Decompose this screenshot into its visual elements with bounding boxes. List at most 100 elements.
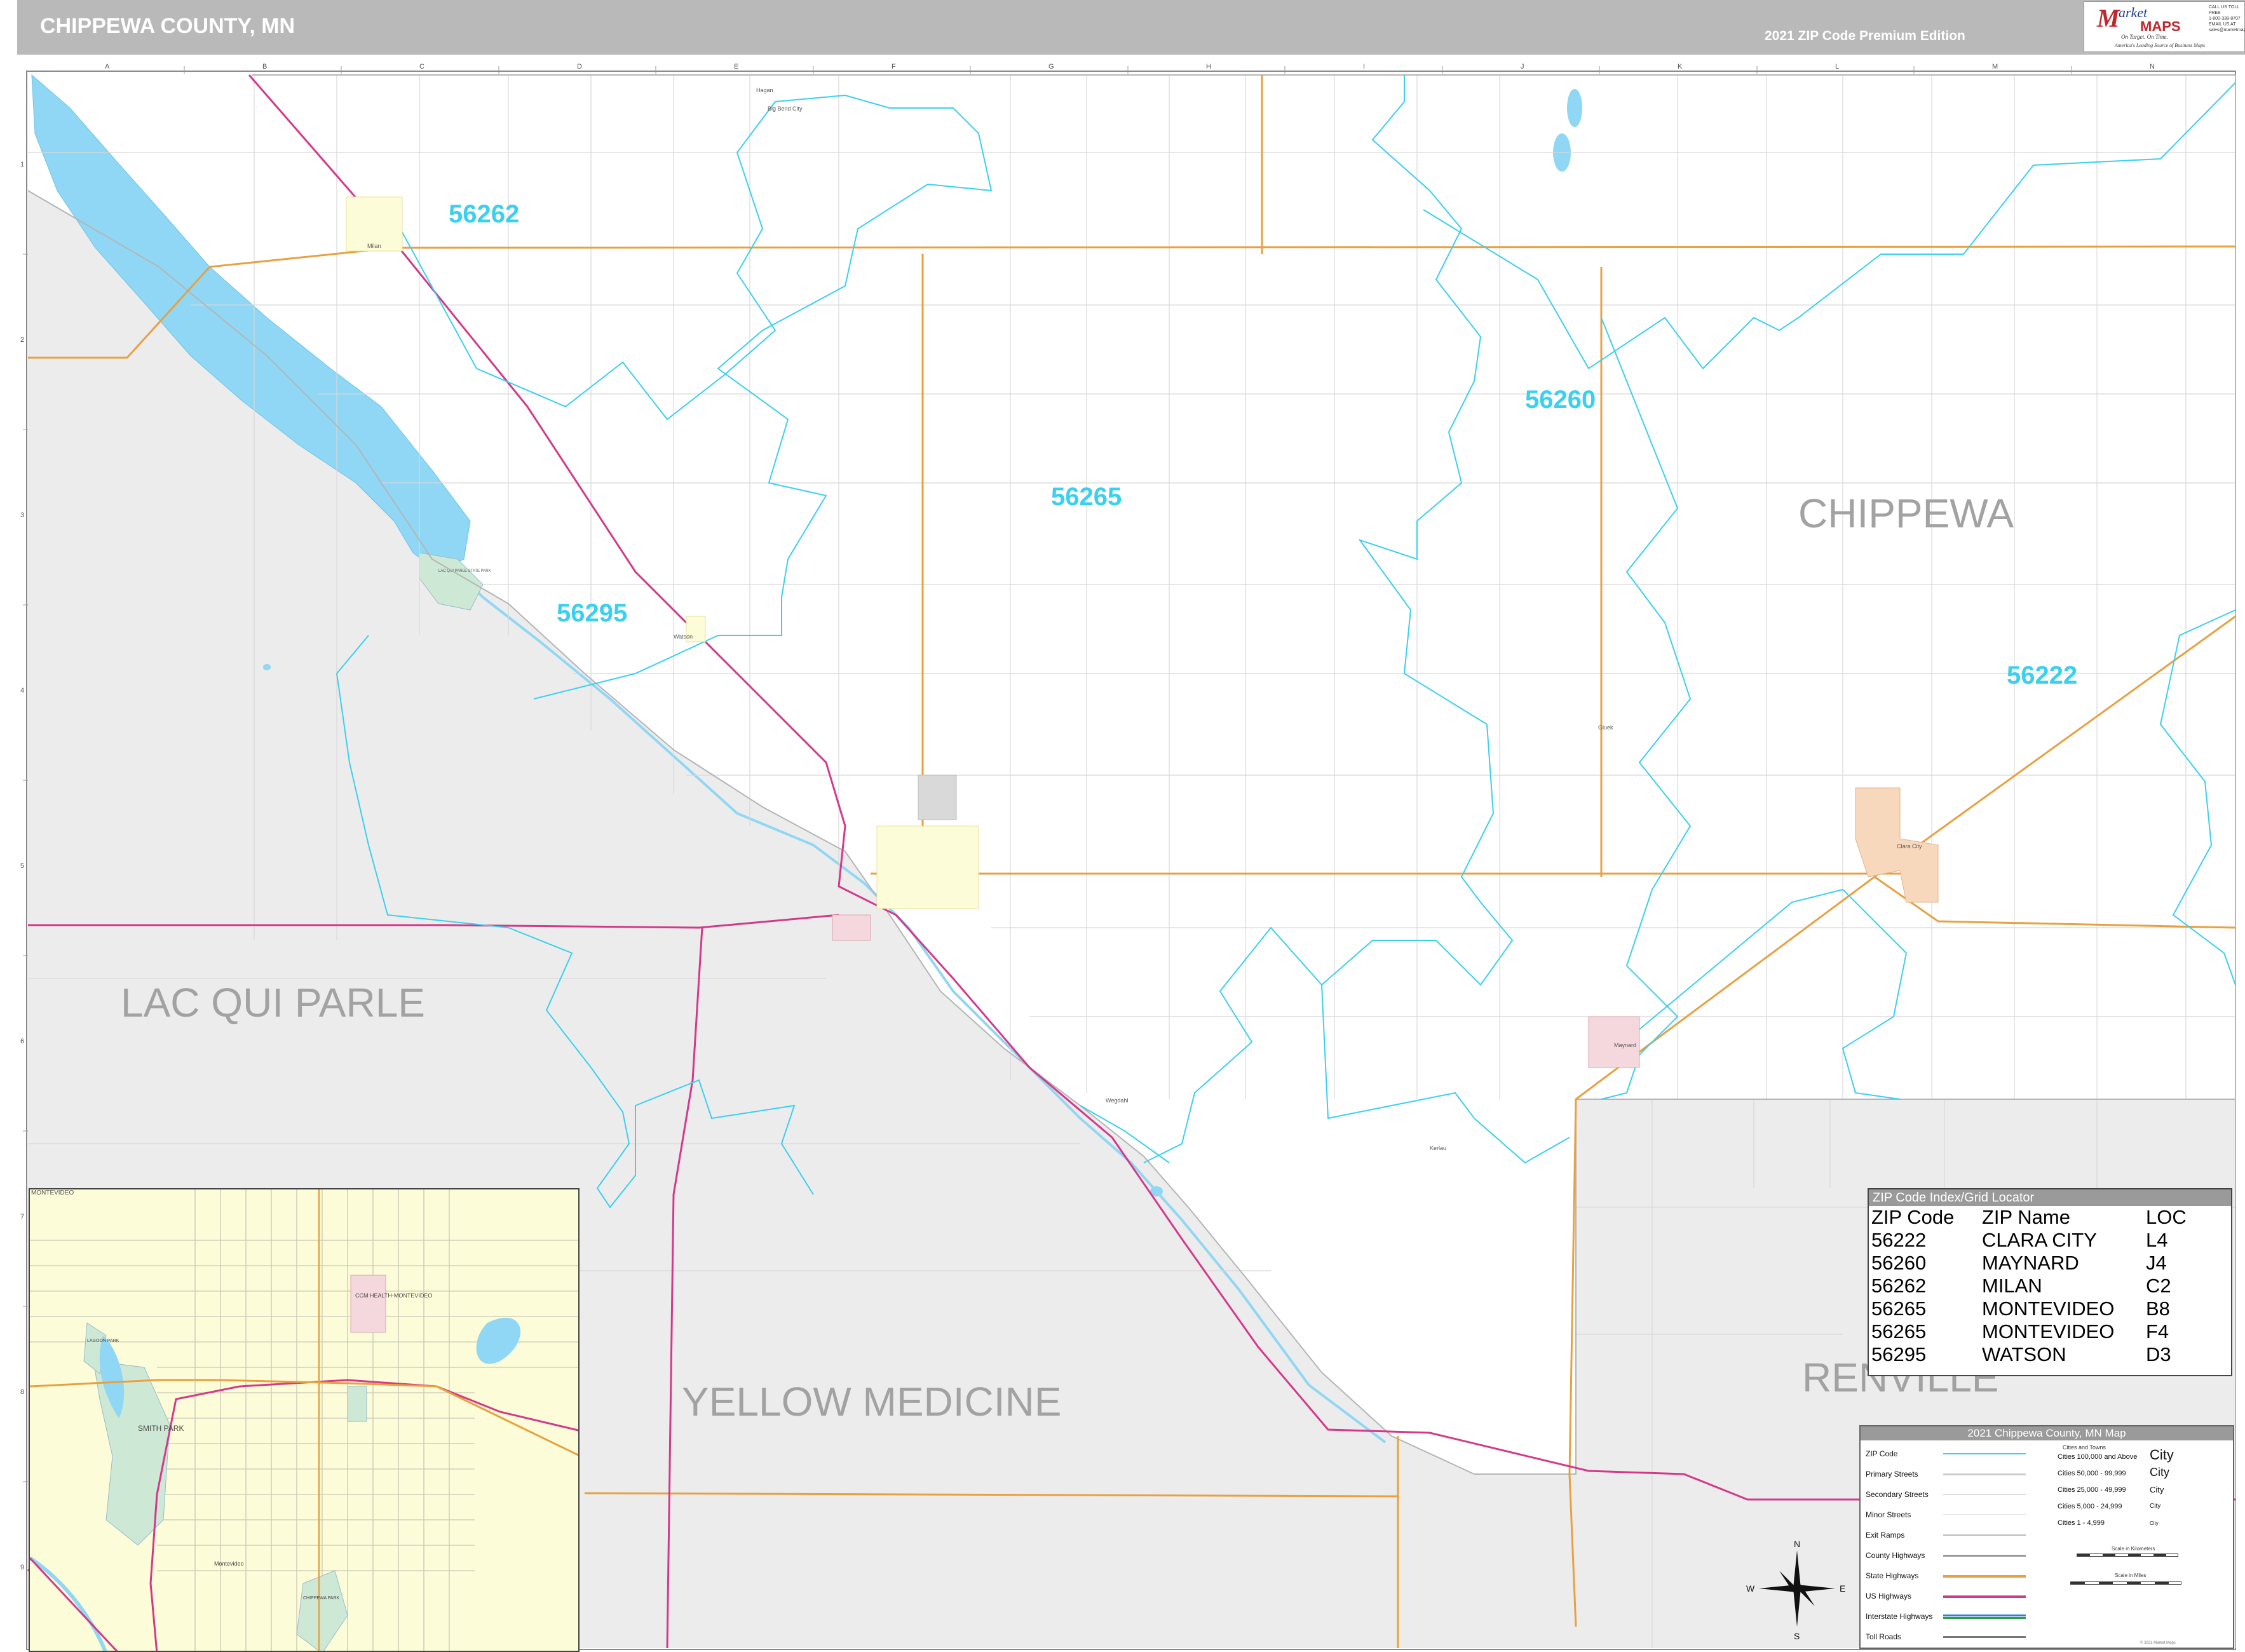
- county-label-chippewa: CHIPPEWA: [1798, 491, 2014, 536]
- inset-smith-park: SMITH PARK: [138, 1424, 184, 1433]
- zip-label-56262: 56262: [449, 200, 519, 228]
- inset-chippewa-park: CHIPPEWA PARK: [303, 1596, 340, 1601]
- zip-index-header-row: ZIP Code ZIP Name LOC: [1871, 1206, 2187, 1229]
- legend-swatch-zip: [1943, 1453, 2026, 1454]
- legend-swatch-county: [1943, 1555, 2026, 1557]
- grid-row-3: 3: [20, 511, 24, 519]
- compass-s: S: [1794, 1631, 1800, 1641]
- zip-index-cell: 56295: [1871, 1343, 1927, 1365]
- grid-col-n: N: [2150, 63, 2155, 71]
- inset-drawing: SMITH PARK CCM HEALTH-MONTEVIDEO Montevi…: [30, 1189, 578, 1651]
- legend-swatch-primary: [1943, 1473, 2026, 1475]
- place-big-bend: Big Bend City: [768, 105, 803, 112]
- zip-index-cell: MONTEVIDEO: [1982, 1297, 2115, 1320]
- grid-row-1: 1: [20, 161, 24, 168]
- map-legend: 2021 Chippewa County, MN Map Cities and …: [1859, 1425, 2234, 1649]
- compass-n: N: [1794, 1539, 1800, 1549]
- grid-row-8: 8: [20, 1388, 24, 1396]
- montevideo-inset-map[interactable]: SMITH PARK CCM HEALTH-MONTEVIDEO Montevi…: [29, 1188, 580, 1652]
- zip-index-row: 56262 MILAN C2: [1871, 1275, 2187, 1297]
- legend-label: Secondary Streets: [1866, 1490, 1929, 1499]
- grid-column-labels: A B C D E F G H I J K L M N: [105, 63, 2155, 71]
- zip-index-cell: 56265: [1871, 1297, 1927, 1320]
- legend-label: ZIP Code: [1866, 1449, 1898, 1458]
- inset-lagoon-park: LAGOON PARK: [87, 1339, 119, 1343]
- legend-city-label: Cities 25,000 - 49,999: [2058, 1486, 2126, 1494]
- legend-title: 2021 Chippewa County, MN Map: [1861, 1426, 2233, 1440]
- zip-index-header: ZIP Code: [1871, 1206, 1955, 1228]
- legend-city-sample: City: [2150, 1503, 2161, 1510]
- place-wegdahl: Wegdahl: [1106, 1097, 1128, 1104]
- compass-w: W: [1746, 1583, 1755, 1594]
- legend-city-label: Cities 100,000 and Above: [2058, 1453, 2138, 1461]
- grid-col-l: L: [1835, 63, 1839, 71]
- grid-col-b: B: [262, 63, 267, 71]
- zip-index-cell: WATSON: [1982, 1343, 2066, 1365]
- place-hagan: Hagan: [756, 87, 773, 93]
- zip-index-cell: CLARA CITY: [1982, 1229, 2097, 1251]
- county-label-yellow-medicine: YELLOW MEDICINE: [682, 1379, 1061, 1425]
- zip-index-table: ZIP Code ZIP Name LOC 56222 CLARA CITY L…: [1871, 1206, 2187, 1366]
- zip-index-cell: D3: [2146, 1343, 2171, 1365]
- scale-km-label: Scale in Kilometers: [2112, 1546, 2155, 1552]
- lake: [1567, 89, 1582, 127]
- zip-index-cell: 56222: [1871, 1229, 1927, 1251]
- legend-city-label: Cities 5,000 - 24,999: [2058, 1503, 2122, 1510]
- zip-index-cell: MONTEVIDEO: [1982, 1320, 2115, 1343]
- legend-label: Toll Roads: [1866, 1632, 1902, 1641]
- inset-title: MONTEVIDEO: [31, 1189, 74, 1196]
- scale-bar-mi: [2070, 1581, 2181, 1585]
- zip-index-title: ZIP Code Index/Grid Locator: [1869, 1189, 2231, 1206]
- grid-row-9: 9: [20, 1564, 24, 1571]
- legend-label: Minor Streets: [1866, 1510, 1911, 1519]
- grid-row-7: 7: [20, 1213, 24, 1221]
- zip-index-cell: 56260: [1871, 1252, 1927, 1274]
- grid-row-4: 4: [20, 687, 24, 694]
- grid-col-i: I: [1363, 63, 1365, 71]
- grid-col-f: F: [892, 63, 896, 71]
- legend-swatch-state: [1943, 1575, 2026, 1578]
- grid-col-d: D: [577, 63, 582, 71]
- zip-index-row: 56265 MONTEVIDEO F4: [1871, 1320, 2187, 1343]
- legend-cities-title: Cities and Towns: [2063, 1444, 2106, 1451]
- zip-index-cell: F4: [2146, 1320, 2169, 1343]
- place-clara-city: Clara City: [1897, 843, 1922, 850]
- montevideo-airport: [918, 775, 957, 820]
- zip-index-cell: J4: [2146, 1252, 2167, 1274]
- zip-index-cell: B8: [2146, 1297, 2170, 1320]
- legend-label: Interstate Highways: [1866, 1612, 1933, 1621]
- zip-index-cell: C2: [2146, 1275, 2171, 1297]
- legend-swatch-toll: [1943, 1636, 2026, 1638]
- legend-label: Exit Ramps: [1866, 1531, 1905, 1540]
- grid-col-c: C: [419, 63, 424, 71]
- place-milan: Milan: [367, 243, 381, 249]
- legend-label: US Highways: [1866, 1592, 1912, 1601]
- zip-index-cell: MILAN: [1982, 1275, 2042, 1297]
- inset-ccm-health: CCM HEALTH-MONTEVIDEO: [355, 1292, 432, 1299]
- zip-index-header: ZIP Name: [1982, 1206, 2070, 1228]
- legend-swatch-interstate-2: [1943, 1617, 2026, 1619]
- montevideo-city-area: [876, 825, 979, 909]
- legend-swatch-minor: [1943, 1514, 2026, 1515]
- zip-index-cell: MAYNARD: [1982, 1252, 2079, 1274]
- grid-row-labels: 1 2 3 4 5 6 7 8 9: [20, 161, 24, 1571]
- zip-index-cell: 56265: [1871, 1320, 1927, 1343]
- copyright: © 2021 Market Maps: [2140, 1641, 2176, 1645]
- grid-row-6: 6: [20, 1038, 24, 1045]
- legend-label: Primary Streets: [1866, 1470, 1918, 1479]
- zip-index-header: LOC: [2146, 1206, 2187, 1228]
- grid-row-2: 2: [20, 336, 24, 344]
- legend-swatch-interstate: [1943, 1615, 2026, 1616]
- grid-col-g: G: [1048, 63, 1054, 71]
- zip-code-index: ZIP Code Index/Grid Locator ZIP Code ZIP…: [1868, 1188, 2232, 1376]
- county-label-lac-qui-parle: LAC QUI PARLE: [121, 980, 425, 1026]
- scale-mi-label: Scale in Miles: [2115, 1573, 2147, 1578]
- grid-col-h: H: [1206, 63, 1211, 71]
- zip-index-row: 56222 CLARA CITY L4: [1871, 1229, 2187, 1252]
- montevideo-south-area: [832, 914, 871, 941]
- inset-montevideo: Montevideo: [214, 1561, 244, 1567]
- place-maynard: Maynard: [1614, 1042, 1636, 1048]
- scale-bar-km: [2077, 1554, 2178, 1557]
- place-watson: Watson: [674, 633, 693, 640]
- legend-label: State Highways: [1866, 1571, 1919, 1580]
